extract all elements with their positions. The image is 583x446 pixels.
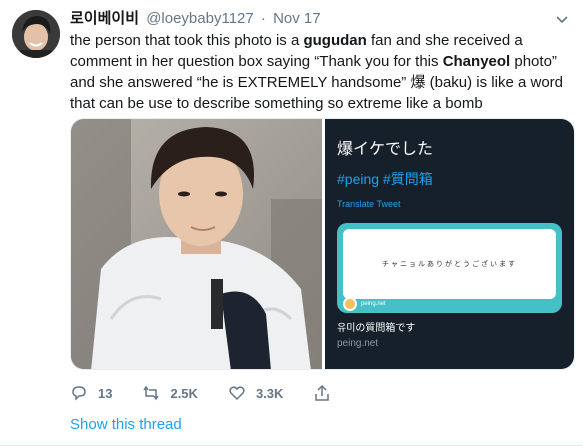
- like-button[interactable]: 3.3K: [228, 384, 283, 402]
- tweet-text-bold: Chanyeol: [442, 53, 511, 70]
- retweet-count: 2.5K: [170, 385, 198, 401]
- embedded-translate-link: Translate Tweet: [337, 199, 401, 209]
- media-grid: 爆イケでした #peing #質問箱 Translate Tweet チャニョル…: [70, 118, 575, 370]
- card-brand: peing.net: [361, 301, 386, 307]
- tweet-header: 로이베이비 @loeybaby1127 · Nov 17: [70, 10, 321, 28]
- user-handle[interactable]: @loeybaby1127: [146, 10, 254, 27]
- retweet-icon: [143, 385, 160, 401]
- chevron-down-icon[interactable]: [555, 12, 569, 26]
- reply-count: 13: [98, 385, 113, 401]
- embedded-tweet-screenshot[interactable]: 爆イケでした #peing #質問箱 Translate Tweet チャニョル…: [325, 119, 574, 369]
- tweet-text-bold: gugudan: [303, 32, 367, 49]
- show-thread-link[interactable]: Show this thread: [70, 416, 182, 433]
- tweet-text-part: the person that took this photo is a: [70, 32, 304, 49]
- avatar[interactable]: [12, 10, 60, 58]
- tweet-date[interactable]: Nov 17: [273, 10, 321, 27]
- card-title: 유미の質問箱です: [337, 323, 416, 334]
- retweet-button[interactable]: 2.5K: [142, 384, 198, 402]
- share-button[interactable]: [313, 384, 331, 402]
- card-message: チャニョルありがとうございます: [343, 229, 556, 299]
- reply-button[interactable]: 13: [70, 384, 112, 402]
- peing-card: チャニョルありがとうございます peing.net: [337, 223, 562, 313]
- card-url: peing.net: [337, 338, 379, 349]
- like-count: 3.3K: [255, 385, 284, 401]
- separator-dot: ·: [260, 10, 266, 27]
- peing-logo-icon: [343, 297, 357, 311]
- tweet-actions: 13 2.5K 3.3K: [70, 384, 360, 402]
- photo-chanyeol[interactable]: [71, 119, 322, 369]
- share-icon: [315, 384, 330, 401]
- like-icon: [229, 386, 245, 401]
- card-footer: peing.net: [343, 297, 386, 311]
- tweet-text: the person that took this photo is a gug…: [70, 30, 575, 114]
- reply-icon: [72, 386, 86, 401]
- tweet: 로이베이비 @loeybaby1127 · Nov 17 the person …: [0, 0, 583, 446]
- embedded-hashtags: #peing #質問箱: [337, 171, 433, 187]
- embedded-title: 爆イケでした: [337, 141, 434, 158]
- display-name[interactable]: 로이베이비: [70, 10, 139, 27]
